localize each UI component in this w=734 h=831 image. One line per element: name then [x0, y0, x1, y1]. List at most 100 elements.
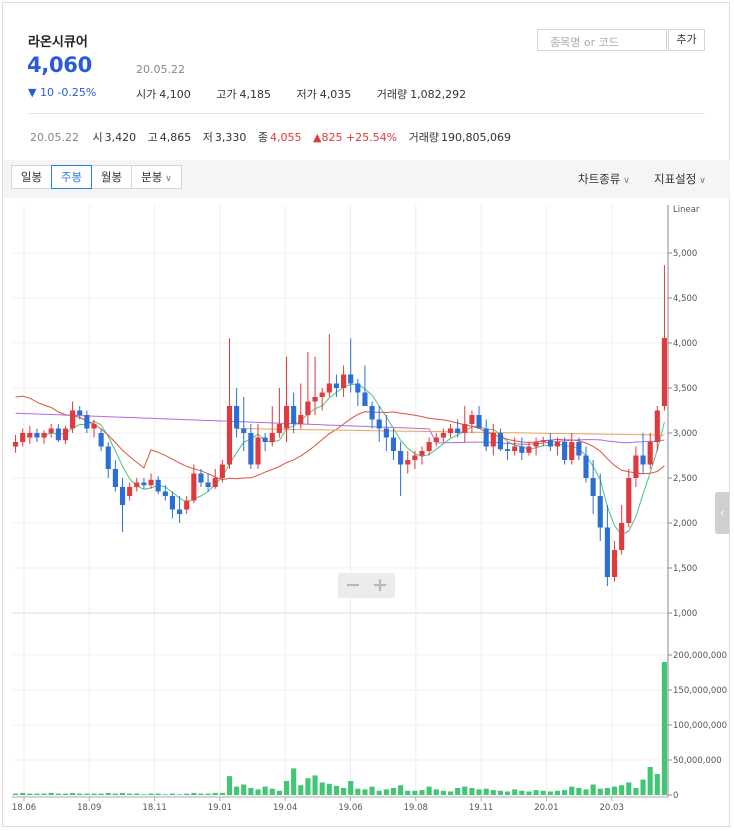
volume-bar	[376, 790, 382, 795]
volume-bar	[519, 790, 525, 795]
candle-body	[462, 424, 468, 433]
volume-bar	[326, 783, 332, 795]
volume-bar	[12, 793, 19, 795]
volume-bar	[504, 791, 511, 795]
volume-bar	[148, 793, 154, 795]
candle-body	[70, 410, 76, 429]
volume-bar	[241, 784, 247, 795]
candle-body	[440, 433, 446, 438]
volume-bar	[234, 786, 240, 795]
volume-bar	[497, 790, 504, 795]
candle-body	[20, 433, 26, 442]
price-tick-label: 3,000	[673, 429, 697, 439]
volume-tick-label: 50,000,000	[673, 756, 722, 766]
volume-bar	[169, 793, 176, 795]
candle-body	[554, 442, 561, 447]
x-tick-label: 18.06	[12, 803, 36, 813]
volume-bar	[426, 786, 432, 795]
candle-body	[633, 455, 639, 478]
volume-bar	[262, 786, 268, 795]
volume-bar	[269, 788, 275, 795]
volume-bar	[604, 788, 610, 795]
volume-bar	[226, 776, 233, 795]
candle-body	[405, 460, 411, 465]
tab-weekly[interactable]: 주봉	[51, 165, 92, 189]
volume-bar	[512, 789, 518, 795]
volume-bar	[447, 791, 454, 795]
candle-body	[169, 496, 176, 510]
candle-body	[241, 428, 247, 433]
candle-body	[77, 410, 83, 415]
candle-body	[298, 415, 304, 424]
zoom-control: − +	[338, 573, 395, 598]
candle-body	[590, 478, 596, 496]
volume-bar	[661, 662, 668, 795]
candle-body	[369, 406, 375, 420]
candle-body	[583, 455, 589, 478]
x-tick-label: 19.11	[469, 803, 493, 813]
candle-body	[469, 415, 475, 424]
candle-body	[426, 442, 432, 451]
volume-bars	[12, 662, 668, 795]
candle-body	[84, 415, 90, 429]
volume-bar	[597, 788, 603, 795]
candle-body	[27, 433, 33, 438]
zoom-in-button[interactable]: +	[372, 574, 388, 596]
candle-body	[283, 406, 290, 429]
chart-axes: Linear 5,000 4,500 4,000 3,500 3,000 2,500 2,00…	[12, 205, 727, 813]
volume-bar	[569, 786, 575, 795]
zoom-out-button[interactable]: −	[345, 574, 361, 596]
candle-body	[512, 446, 518, 451]
candle-body	[540, 440, 546, 442]
candle-body	[455, 428, 461, 433]
volume-bar	[219, 792, 225, 795]
candle-body	[433, 437, 439, 442]
candle-body	[412, 455, 418, 460]
volume-bar	[62, 793, 69, 795]
volume-bar	[298, 785, 304, 795]
volume-bar	[590, 784, 596, 795]
price-chart[interactable]: Linear 5,000 4,500 4,000 3,500 3,000 2,500 2,00…	[0, 0, 734, 831]
candle-body	[626, 478, 632, 523]
candle-body	[112, 469, 118, 487]
candle-body	[562, 442, 568, 460]
volume-bar	[283, 781, 290, 795]
volume-bar	[340, 788, 347, 795]
candle-body	[604, 527, 610, 577]
candle-body	[219, 464, 225, 478]
volume-bar	[105, 792, 111, 795]
volume-bar	[276, 790, 282, 795]
candle-body	[127, 487, 133, 496]
candle-body	[269, 433, 275, 442]
candle-body	[597, 496, 603, 528]
price-tick-label: 1,000	[673, 609, 697, 619]
candle-body	[105, 446, 111, 469]
candle-body	[576, 442, 582, 456]
volume-bar	[319, 782, 325, 795]
volume-bar	[70, 792, 76, 795]
volume-bar	[433, 789, 439, 795]
volume-bar	[141, 794, 147, 795]
volume-bar	[440, 790, 446, 795]
volume-bar	[455, 788, 461, 795]
volume-bar	[55, 793, 61, 795]
price-tick-label: 2,500	[673, 474, 697, 484]
candle-body	[119, 487, 126, 505]
volume-bar	[205, 793, 211, 795]
volume-bar	[248, 788, 254, 795]
candle-body	[533, 442, 539, 447]
volume-bar	[212, 792, 218, 795]
candle-body	[483, 428, 489, 447]
volume-bar	[255, 789, 261, 795]
volume-tick-label: 200,000,000	[673, 651, 727, 661]
chevron-left-icon[interactable]: ‹	[715, 492, 729, 534]
volume-bar	[490, 790, 496, 795]
volume-bar	[483, 788, 489, 795]
volume-bar	[533, 790, 539, 795]
candle-body	[326, 383, 332, 393]
volume-bar	[562, 790, 568, 795]
volume-bar	[34, 793, 40, 795]
volume-bar	[469, 788, 475, 795]
volume-bar	[112, 793, 118, 795]
volume-bar	[134, 793, 140, 795]
